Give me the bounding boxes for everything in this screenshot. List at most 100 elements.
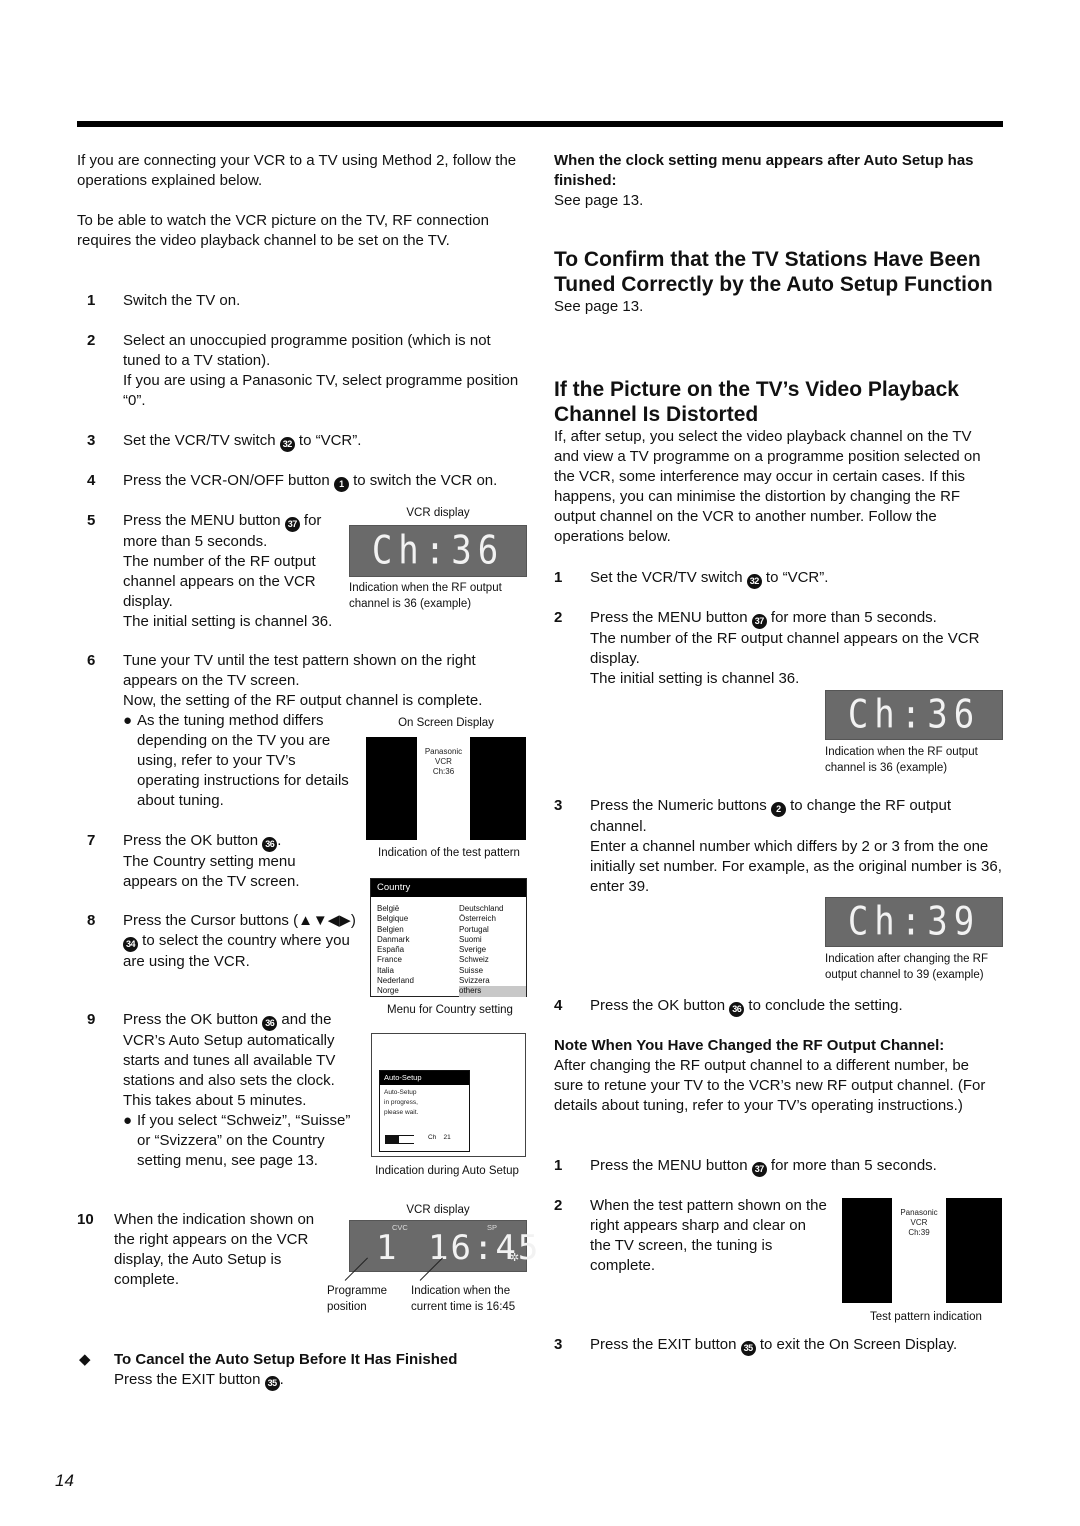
step-text: Press the MENU button	[590, 1157, 748, 1174]
country-option: Schweiz	[459, 955, 489, 965]
figure-caption: Menu for Country setting	[387, 1004, 513, 1016]
clock-note: When the clock setting menu appears afte…	[554, 151, 1004, 211]
cancel-text: Press the EXIT button	[114, 1371, 261, 1388]
see-page-text: See page 13.	[554, 298, 644, 315]
step-text: to select the country where you are usin…	[123, 932, 350, 970]
caption-line: position	[327, 1301, 367, 1313]
step-text: Switch the TV on.	[123, 292, 241, 309]
step-text: The initial setting is channel 36.	[590, 670, 800, 687]
country-option: Nederland	[377, 976, 414, 986]
step-number: 4	[87, 472, 96, 489]
caption-line: Indication when the	[411, 1285, 511, 1297]
step-text: to “VCR”.	[765, 569, 829, 586]
intro-paragraph-2: To be able to watch the VCR picture on t…	[77, 212, 489, 249]
country-option: Österreich	[459, 914, 496, 924]
country-option: België	[377, 904, 400, 913]
caption-line: Indication after changing the RF	[825, 953, 989, 965]
country-option: Portugal	[459, 924, 489, 934]
country-option: Svizzera	[459, 976, 490, 986]
step-number: 1	[87, 292, 96, 309]
step-number: 7	[87, 832, 96, 849]
step-number: 3	[554, 797, 563, 814]
step-text: to switch the VCR on.	[353, 472, 498, 489]
step-bullet: ● If you select “Schweiz”, “Suisse” or “…	[123, 1111, 357, 1171]
lcd-readout: Ch:39	[847, 899, 981, 945]
figure-caption: Indication of the test pattern	[378, 847, 520, 859]
channel-label: Ch	[428, 1134, 437, 1141]
note-step-2: 2 When the test pattern shown on the rig…	[554, 1196, 829, 1276]
step-number: 2	[87, 332, 96, 349]
figure-caption: Indication during Auto Setup	[375, 1165, 519, 1177]
country-menu: Country België Belgique Belgien Danmark Espa…	[370, 878, 527, 997]
step-text: The number of the RF output channel appe…	[590, 630, 980, 667]
caption-line: Indication when the RF output	[349, 582, 502, 594]
country-option: Italia	[377, 965, 394, 975]
bullet-text: If you select “Schweiz”, “Suisse” or “Sv…	[137, 1112, 351, 1169]
auto-setup-progress-bar	[385, 1135, 414, 1144]
country-option: Belgique	[377, 914, 409, 924]
figure-caption: Indication when the current time is 16:4…	[411, 1283, 531, 1315]
caption-line: channel is 36 (example)	[349, 598, 472, 610]
figure-caption: Indication after changing the RF output …	[825, 951, 1010, 983]
right-step-3: 3 Press the Numeric buttons 2 to change …	[554, 796, 1004, 897]
vcr-display-ch39: Ch:39	[825, 897, 1003, 947]
step-text: Enter a channel number which differs by …	[590, 838, 1002, 895]
step-text: to conclude the setting.	[748, 997, 903, 1014]
button-number-badge-icon: 35	[264, 1376, 280, 1391]
confirm-section: To Confirm that the TV Stations Have Bee…	[554, 247, 1004, 317]
button-number-badge-icon: 36	[262, 1016, 278, 1031]
step-number: 1	[554, 569, 563, 586]
lcd-readout: Ch:36	[371, 528, 505, 574]
caption-line: Programme	[327, 1285, 388, 1297]
step-text: Press the Numeric buttons	[590, 797, 767, 814]
button-number-badge-icon: 32	[279, 437, 295, 452]
test-pattern-screen: Panasonic VCR Ch:36	[366, 737, 526, 840]
test-pattern-white-bar: Panasonic VCR Ch:39	[892, 1198, 946, 1303]
step-text: Press the OK button	[590, 997, 726, 1014]
step-text: Press the OK button	[123, 832, 259, 849]
auto-setup-line: please wait.	[384, 1109, 419, 1116]
step-bullet: ● As the tuning method differs depending…	[123, 711, 355, 811]
vcr-display-clock: CVC SP 1 16:45 ✲	[349, 1220, 538, 1272]
caption-line: current time is 16:45	[411, 1301, 516, 1313]
step-text: for more than 5 seconds.	[770, 609, 937, 626]
step-text: Set the VCR/TV switch	[123, 432, 276, 449]
step-text: Press the MENU button	[123, 512, 281, 529]
step-number: 1	[554, 1157, 563, 1174]
step-number: 2	[554, 609, 563, 626]
country-option: others	[459, 986, 526, 997]
intro-paragraph-1: If you are connecting your VCR to a TV u…	[77, 152, 517, 189]
distort-section: If the Picture on the TV’s Video Playbac…	[554, 377, 1004, 547]
step-text: to exit the On Screen Display.	[759, 1336, 958, 1353]
auto-setup-line: in progress,	[384, 1099, 418, 1106]
progress-fill	[386, 1136, 399, 1143]
clock-heading: When the clock setting menu appears afte…	[554, 152, 974, 189]
bullet-text: As the tuning method differs depending o…	[137, 712, 349, 809]
figure-caption: Test pattern indication	[870, 1311, 982, 1323]
figure-caption: Indication when the RF output channel is…	[349, 580, 529, 612]
section-heading: To Confirm that the TV Stations Have Bee…	[554, 248, 993, 296]
button-number-badge-icon: 32	[746, 574, 762, 589]
step-number: 3	[554, 1336, 563, 1353]
left-step-3: 3 Set the VCR/TV switch 32 to “VCR”.	[87, 431, 527, 452]
figure-label: On Screen Display	[398, 717, 494, 729]
figure-caption: Indication when the RF output channel is…	[825, 744, 1005, 776]
osd-line: Panasonic	[424, 747, 463, 756]
note-step-1: 1 Press the MENU button 37 for more than…	[554, 1156, 1004, 1177]
step-text: .	[277, 832, 282, 849]
country-option: France	[377, 955, 402, 965]
step-number: 8	[87, 912, 96, 929]
step-text: Press the MENU button	[590, 609, 748, 626]
button-number-badge-icon: 34	[123, 937, 138, 952]
auto-setup-screen: Auto-Setup Auto-Setup in progress, pleas…	[371, 1033, 526, 1157]
cancel-text: .	[279, 1371, 284, 1388]
osd-line: VCR	[910, 1218, 928, 1227]
see-page-text: See page 13.	[554, 192, 644, 209]
figure-label: VCR display	[406, 507, 470, 519]
country-option: Deutschland	[459, 904, 504, 913]
osd-line: Panasonic	[900, 1208, 938, 1217]
step-number: 5	[87, 512, 96, 529]
channel-value: 21	[443, 1134, 451, 1141]
left-step-4: 4 Press the VCR-ON/OFF button 1 to switc…	[87, 471, 537, 492]
left-column: If you are connecting your VCR to a TV u…	[77, 151, 527, 251]
